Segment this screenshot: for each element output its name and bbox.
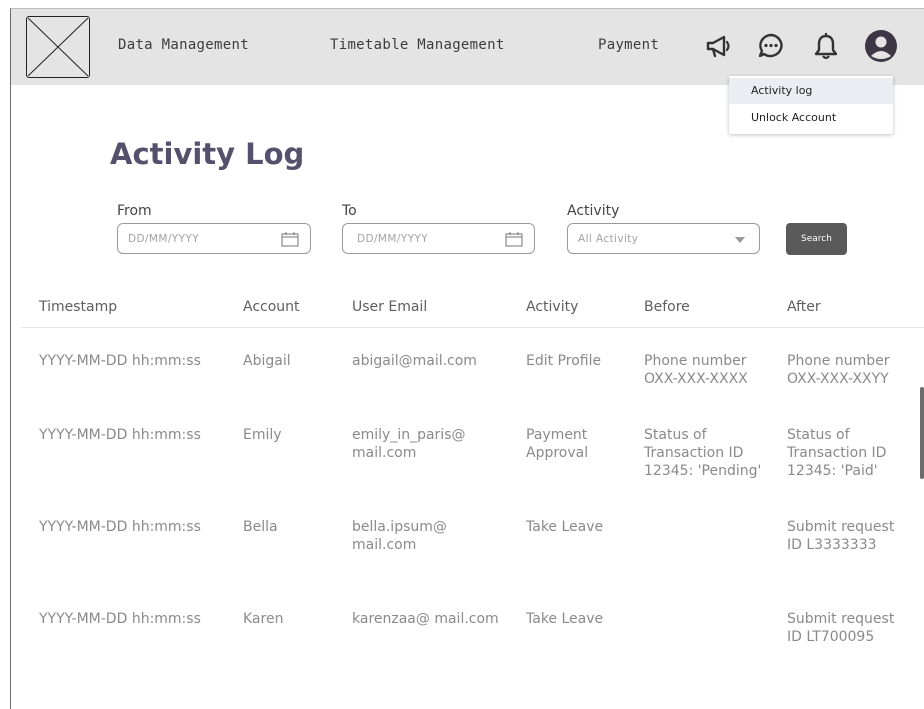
column-header-before: Before [644,299,690,315]
to-date-placeholder: DD/MM/YYYY [357,233,429,245]
page-title: Activity Log [110,137,305,171]
cell-timestamp: YYYY-MM-DD hh:mm:ss [39,519,201,535]
megaphone-icon[interactable] [704,31,734,61]
cell-account: Bella [243,519,278,535]
cell-email: abigail@mail.com [352,353,477,369]
profile-dropdown-menu: Activity log Unlock Account [729,76,893,134]
cell-after: Phone number OXX-XXX-XXYY [787,353,890,387]
cell-timestamp: YYYY-MM-DD hh:mm:ss [39,353,201,369]
from-date-placeholder: DD/MM/YYYY [128,233,200,245]
activity-label: Activity [567,203,620,219]
cell-after: Submit request ID LT700095 [787,611,895,645]
app-frame: Data Management Timetable Management Pay… [10,8,924,709]
cell-before: Phone number OXX-XXX-XXXX [644,353,748,387]
from-date-field[interactable]: DD/MM/YYYY [117,223,311,254]
cell-after: Status of Transaction ID 12345: 'Paid' [787,427,887,479]
cell-account: Emily [243,427,282,443]
cell-activity: Payment Approval [526,427,589,461]
cell-activity: Take Leave [526,519,604,535]
cell-account: Karen [243,611,284,627]
logo-placeholder-icon[interactable] [26,16,90,78]
calendar-icon[interactable] [505,231,523,247]
to-label: To [342,203,357,219]
column-header-after: After [787,299,821,315]
cell-after: Submit request ID L3333333 [787,519,895,553]
menu-item-unlock-account[interactable]: Unlock Account [729,105,893,131]
calendar-icon[interactable] [281,231,299,247]
cell-before: Status of Transaction ID 12345: 'Pending… [644,427,762,479]
search-button[interactable]: Search [786,223,847,255]
nav-data-management[interactable]: Data Management [118,37,249,53]
user-circle-icon[interactable] [864,29,898,63]
column-header-user-email: User Email [352,299,428,315]
cell-email: emily_in_paris@ mail.com [352,427,466,461]
bell-icon[interactable] [811,31,841,61]
activity-select-value: All Activity [578,233,639,245]
column-header-timestamp: Timestamp [39,299,118,315]
cell-activity: Edit Profile [526,353,602,369]
column-header-activity: Activity [526,299,579,315]
chevron-down-icon [735,237,745,243]
chat-bubble-icon[interactable] [756,31,786,61]
to-date-field[interactable]: DD/MM/YYYY [342,223,535,254]
nav-payment[interactable]: Payment [598,37,659,53]
cell-account: Abigail [243,353,291,369]
cell-email: karenzaa@ mail.com [352,611,499,627]
cell-activity: Take Leave [526,611,604,627]
cell-timestamp: YYYY-MM-DD hh:mm:ss [39,427,201,443]
column-header-account: Account [243,299,300,315]
menu-item-activity-log[interactable]: Activity log [729,78,893,104]
top-nav-bar: Data Management Timetable Management Pay… [11,9,924,85]
nav-timetable-management[interactable]: Timetable Management [330,37,505,53]
header-divider [21,327,924,328]
activity-select[interactable]: All Activity [567,223,760,254]
vertical-scrollbar[interactable] [920,387,924,479]
from-label: From [117,203,152,219]
cell-email: bella.ipsum@ mail.com [352,519,447,553]
cell-timestamp: YYYY-MM-DD hh:mm:ss [39,611,201,627]
